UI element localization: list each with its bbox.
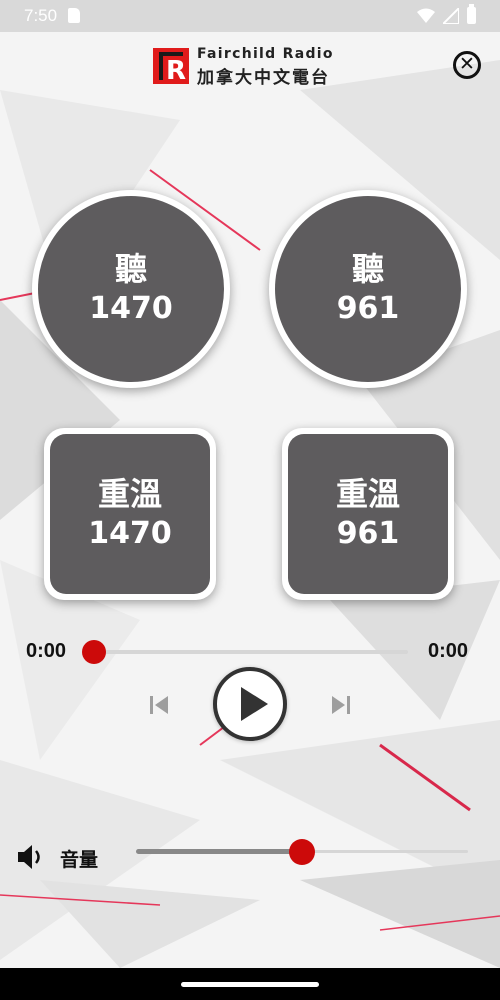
status-bar: 7:50 [0, 0, 500, 32]
volume-thumb[interactable] [289, 839, 315, 865]
listen-1470-face: 聽 1470 [38, 196, 224, 382]
replay-961-face: 重溫 961 [288, 434, 448, 594]
volume-track-filled[interactable] [136, 849, 302, 854]
svg-text:R: R [166, 56, 186, 84]
close-icon: ✕ [459, 53, 475, 75]
signal-icon [443, 7, 459, 24]
speaker-icon [18, 845, 40, 869]
station-number: 961 [336, 291, 400, 326]
seek-thumb[interactable] [82, 640, 106, 664]
replay-961-button[interactable]: 重溫 961 [282, 428, 454, 600]
fairchild-logo-mark: R [153, 48, 189, 84]
listen-961-button[interactable]: 聽 961 [269, 190, 467, 388]
wifi-icon [417, 8, 435, 23]
status-icons [417, 4, 476, 24]
close-button[interactable]: ✕ [453, 51, 481, 79]
skip-previous-icon[interactable] [144, 690, 174, 720]
skip-next-icon[interactable] [326, 690, 356, 720]
play-icon [241, 687, 268, 721]
station-number: 1470 [89, 291, 173, 326]
volume-label: 音量 [60, 849, 99, 871]
total-duration: 0:00 [428, 640, 469, 662]
status-time: 7:50 [24, 6, 58, 25]
volume-track[interactable] [302, 850, 468, 853]
listen-label: 聽 [114, 250, 147, 288]
station-number: 961 [336, 516, 400, 551]
battery-icon [467, 4, 476, 24]
listen-1470-button[interactable]: 聽 1470 [32, 190, 230, 388]
brand-name-english: Fairchild Radio [197, 46, 334, 62]
fairchild-radio-logo: R Fairchild Radio 加拿大中文電台 [153, 46, 348, 88]
elapsed-time: 0:00 [26, 640, 67, 662]
replay-label: 重溫 [97, 475, 162, 513]
replay-label: 重溫 [335, 475, 400, 513]
system-navigation-bar [0, 968, 500, 1000]
seek-bar[interactable] [94, 650, 408, 654]
replay-1470-face: 重溫 1470 [50, 434, 210, 594]
replay-1470-button[interactable]: 重溫 1470 [44, 428, 216, 600]
brand-name-chinese: 加拿大中文電台 [197, 68, 330, 88]
home-gesture-handle[interactable] [181, 982, 319, 987]
play-button[interactable] [213, 667, 287, 741]
listen-961-face: 聽 961 [275, 196, 461, 382]
listen-label: 聽 [351, 250, 384, 288]
station-number: 1470 [88, 516, 172, 551]
sd-card-icon [68, 8, 80, 23]
